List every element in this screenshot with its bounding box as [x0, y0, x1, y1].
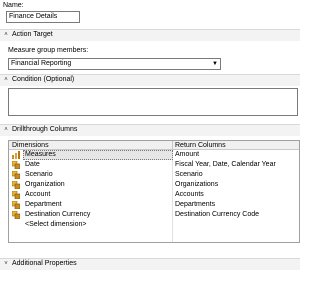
drillthrough-grid: Dimensions Return Columns Measures Amoun… [8, 140, 300, 243]
table-row[interactable]: Organization Organizations [9, 180, 299, 190]
dimension-name: Department [25, 201, 62, 208]
dimension-icon [12, 181, 20, 189]
condition-header[interactable]: ˄ Condition (Optional) [2, 75, 74, 85]
name-input[interactable]: Finance Details [6, 11, 80, 23]
table-row[interactable]: Date Fiscal Year, Date, Calendar Year [9, 160, 299, 170]
return-columns-value[interactable]: Organizations [175, 180, 218, 190]
dimension-icon [12, 171, 20, 179]
dimension-icon [12, 161, 20, 169]
return-columns-header[interactable]: Return Columns [175, 141, 226, 150]
return-columns-value[interactable]: Amount [175, 150, 199, 160]
table-row[interactable]: <Select dimension> [9, 220, 299, 230]
drillthrough-title: Drillthrough Columns [12, 126, 78, 133]
collapse-chevron-icon: ˄ [4, 127, 8, 133]
table-row[interactable]: Measures Amount [9, 150, 299, 160]
return-columns-value[interactable]: Destination Currency Code [175, 210, 259, 220]
additional-properties-header[interactable]: ˅ Additional Properties [2, 259, 77, 269]
dimension-name: Account [25, 191, 51, 198]
table-row[interactable]: Account Accounts [9, 190, 299, 200]
measure-group-select[interactable]: Financial Reporting ▼ [8, 58, 221, 70]
dimension-name: Measures [25, 151, 56, 158]
dimension-name: Date [25, 161, 40, 168]
additional-properties-title: Additional Properties [12, 260, 77, 267]
condition-title: Condition (Optional) [12, 76, 75, 83]
dimension-icon [12, 211, 20, 219]
column-divider[interactable] [172, 141, 173, 150]
dimension-name: Destination Currency [25, 211, 91, 218]
expand-chevron-icon: ˅ [4, 261, 8, 267]
table-row[interactable]: Destination Currency Destination Currenc… [9, 210, 299, 220]
action-target-title: Action Target [12, 31, 53, 38]
table-row[interactable]: Department Departments [9, 200, 299, 210]
collapse-chevron-icon: ˄ [4, 32, 8, 38]
condition-textarea[interactable] [8, 88, 298, 116]
measures-icon [12, 151, 20, 159]
return-columns-value[interactable]: Scenario [175, 170, 203, 180]
name-label: Name: [3, 2, 24, 9]
dimension-icon [12, 201, 20, 209]
table-row[interactable]: Scenario Scenario [9, 170, 299, 180]
return-columns-value[interactable]: Departments [175, 200, 215, 210]
return-columns-value[interactable]: Fiscal Year, Date, Calendar Year [175, 160, 276, 170]
dimension-icon [12, 191, 20, 199]
measure-group-value: Financial Reporting [11, 60, 72, 67]
dimension-name: Scenario [25, 171, 53, 178]
dimensions-column-header[interactable]: Dimensions [12, 141, 49, 150]
dimension-name: Organization [25, 181, 65, 188]
drillthrough-header[interactable]: ˄ Drillthrough Columns [2, 125, 77, 135]
measure-group-label: Measure group members: [8, 47, 89, 54]
chevron-down-icon[interactable]: ▼ [210, 59, 220, 69]
action-target-header[interactable]: ˄ Action Target [2, 30, 53, 40]
collapse-chevron-icon: ˄ [4, 77, 8, 83]
grid-header: Dimensions Return Columns [9, 141, 299, 150]
select-dimension-placeholder[interactable]: <Select dimension> [25, 220, 86, 230]
return-columns-value[interactable]: Accounts [175, 190, 204, 200]
